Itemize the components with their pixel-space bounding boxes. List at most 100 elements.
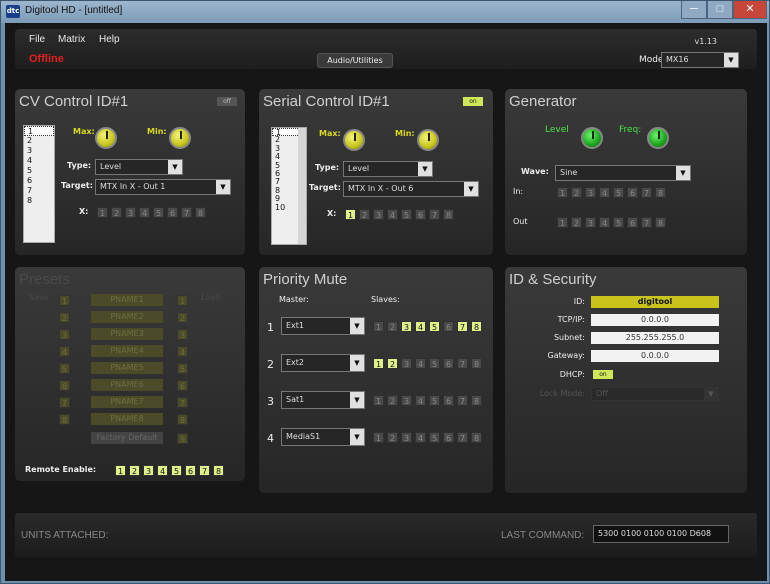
channel-button-7[interactable]: 7 bbox=[457, 321, 468, 332]
channel-button-7[interactable]: 7 bbox=[641, 217, 652, 228]
tcp-ip-input[interactable]: 0.0.0.0 bbox=[591, 314, 719, 326]
serial-type-select[interactable]: Level ▼ bbox=[343, 161, 433, 177]
channel-button-2[interactable]: 2 bbox=[387, 395, 398, 406]
preset-save-button[interactable]: 4 bbox=[59, 346, 70, 357]
preset-name[interactable]: PNAME2 bbox=[91, 311, 163, 323]
channel-button-8[interactable]: 8 bbox=[443, 209, 454, 220]
channel-button-1[interactable]: 1 bbox=[373, 432, 384, 443]
channel-button-8[interactable]: 8 bbox=[471, 358, 482, 369]
channel-button-7[interactable]: 7 bbox=[181, 207, 192, 218]
channel-button-7[interactable]: 7 bbox=[641, 187, 652, 198]
lock-mode-select[interactable]: Off ▼ bbox=[591, 387, 719, 401]
channel-button-7[interactable]: 7 bbox=[457, 358, 468, 369]
cv-type-select[interactable]: Level ▼ bbox=[95, 159, 183, 175]
channel-button-1[interactable]: 1 bbox=[557, 217, 568, 228]
channel-button-7[interactable]: 7 bbox=[457, 432, 468, 443]
maximize-button[interactable]: □ bbox=[707, 1, 733, 19]
preset-save-button[interactable]: 2 bbox=[59, 312, 70, 323]
channel-button-1[interactable]: 1 bbox=[373, 395, 384, 406]
channel-button-4[interactable]: 4 bbox=[415, 358, 426, 369]
master-select[interactable]: Ext1 ▼ bbox=[281, 317, 365, 335]
channel-button-4[interactable]: 4 bbox=[387, 209, 398, 220]
channel-button-8[interactable]: 8 bbox=[471, 321, 482, 332]
channel-button-3[interactable]: 3 bbox=[401, 432, 412, 443]
channel-button-6[interactable]: 6 bbox=[443, 432, 454, 443]
menu-help[interactable]: Help bbox=[99, 34, 120, 45]
channel-button-1[interactable]: 1 bbox=[115, 465, 126, 476]
channel-button-5[interactable]: 5 bbox=[613, 217, 624, 228]
preset-save-button[interactable]: 1 bbox=[59, 295, 70, 306]
minimize-button[interactable]: ─ bbox=[681, 1, 707, 19]
channel-button-6[interactable]: 6 bbox=[443, 395, 454, 406]
cv-id-list[interactable]: 12345678 bbox=[23, 125, 55, 243]
preset-load-button[interactable]: 8 bbox=[177, 414, 188, 425]
freq-knob[interactable] bbox=[647, 127, 669, 149]
preset-load-button[interactable]: 2 bbox=[177, 312, 188, 323]
factory-default-button[interactable]: Factory Default bbox=[91, 432, 163, 444]
preset-load-button[interactable]: 6 bbox=[177, 380, 188, 391]
channel-button-4[interactable]: 4 bbox=[599, 187, 610, 198]
channel-button-2[interactable]: 2 bbox=[571, 187, 582, 198]
channel-button-6[interactable]: 6 bbox=[167, 207, 178, 218]
channel-button-6[interactable]: 6 bbox=[415, 209, 426, 220]
gateway-input[interactable]: 0.0.0.0 bbox=[591, 350, 719, 362]
preset-save-button[interactable]: 8 bbox=[59, 414, 70, 425]
channel-button-4[interactable]: 4 bbox=[139, 207, 150, 218]
max-knob[interactable] bbox=[343, 129, 365, 151]
channel-button-5[interactable]: 5 bbox=[613, 187, 624, 198]
list-item[interactable]: 4 bbox=[24, 156, 54, 166]
channel-button-1[interactable]: 1 bbox=[557, 187, 568, 198]
channel-button-4[interactable]: 4 bbox=[599, 217, 610, 228]
channel-button-2[interactable]: 2 bbox=[387, 321, 398, 332]
channel-button-1[interactable]: 1 bbox=[373, 321, 384, 332]
channel-button-5[interactable]: 5 bbox=[171, 465, 182, 476]
channel-button-4[interactable]: 4 bbox=[415, 321, 426, 332]
cv-enable-toggle[interactable]: off bbox=[217, 97, 237, 106]
master-select[interactable]: Ext2 ▼ bbox=[281, 354, 365, 372]
preset-load-button[interactable]: 5 bbox=[177, 363, 188, 374]
channel-button-6[interactable]: 6 bbox=[443, 358, 454, 369]
channel-button-5[interactable]: 5 bbox=[429, 432, 440, 443]
channel-button-7[interactable]: 7 bbox=[199, 465, 210, 476]
cv-target-select[interactable]: MTX In X - Out 1 ▼ bbox=[95, 179, 231, 195]
channel-button-4[interactable]: 4 bbox=[157, 465, 168, 476]
channel-button-7[interactable]: 7 bbox=[429, 209, 440, 220]
min-knob[interactable] bbox=[169, 127, 191, 149]
channel-button-1[interactable]: 1 bbox=[97, 207, 108, 218]
channel-button-8[interactable]: 8 bbox=[213, 465, 224, 476]
channel-button-8[interactable]: 8 bbox=[471, 432, 482, 443]
serial-enable-toggle[interactable]: on bbox=[463, 97, 483, 106]
channel-button-8[interactable]: 8 bbox=[655, 217, 666, 228]
model-select[interactable]: MX16 ▼ bbox=[661, 52, 739, 68]
list-item[interactable]: 3 bbox=[24, 146, 54, 156]
preset-name[interactable]: PNAME8 bbox=[91, 413, 163, 425]
channel-button-4[interactable]: 4 bbox=[415, 432, 426, 443]
channel-button-2[interactable]: 2 bbox=[129, 465, 140, 476]
channel-button-5[interactable]: 5 bbox=[153, 207, 164, 218]
preset-name[interactable]: PNAME4 bbox=[91, 345, 163, 357]
level-knob[interactable] bbox=[581, 127, 603, 149]
serial-id-list[interactable]: 1 2 3 4 5 6 7 8 9 10 bbox=[271, 127, 307, 245]
preset-save-button[interactable]: 3 bbox=[59, 329, 70, 340]
preset-save-button[interactable]: 6 bbox=[59, 380, 70, 391]
list-item[interactable]: 6 bbox=[24, 176, 54, 186]
min-knob[interactable] bbox=[417, 129, 439, 151]
master-select[interactable]: Sat1 ▼ bbox=[281, 391, 365, 409]
channel-button-2[interactable]: 2 bbox=[387, 358, 398, 369]
channel-button-5[interactable]: 5 bbox=[429, 321, 440, 332]
menu-file[interactable]: File bbox=[29, 34, 45, 45]
channel-button-3[interactable]: 3 bbox=[401, 321, 412, 332]
preset-name[interactable]: PNAME3 bbox=[91, 328, 163, 340]
channel-button-3[interactable]: 3 bbox=[585, 217, 596, 228]
channel-button-2[interactable]: 2 bbox=[571, 217, 582, 228]
channel-button-3[interactable]: 3 bbox=[401, 358, 412, 369]
preset-load-button[interactable]: 4 bbox=[177, 346, 188, 357]
preset-load-button[interactable]: 7 bbox=[177, 397, 188, 408]
factory-load-button[interactable]: 9 bbox=[177, 433, 188, 444]
serial-target-select[interactable]: MTX In X - Out 6 ▼ bbox=[343, 181, 479, 197]
list-scrollbar[interactable] bbox=[298, 128, 306, 244]
list-item[interactable]: 1 bbox=[24, 126, 54, 136]
channel-button-8[interactable]: 8 bbox=[195, 207, 206, 218]
channel-button-4[interactable]: 4 bbox=[415, 395, 426, 406]
dhcp-toggle[interactable]: on bbox=[593, 370, 613, 379]
